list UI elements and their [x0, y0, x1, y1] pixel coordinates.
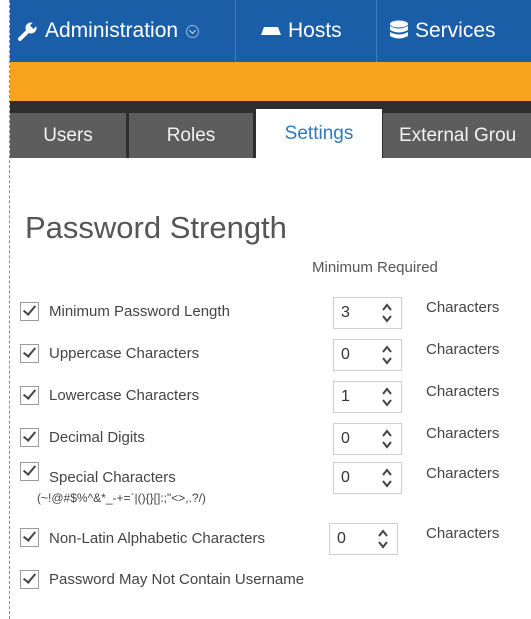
updown-arrows-icon[interactable] — [377, 528, 389, 550]
checkbox[interactable] — [20, 462, 39, 481]
stepper-value: 3 — [341, 304, 350, 321]
rule-label: Special Characters — [49, 469, 176, 486]
updown-arrows-icon[interactable] — [381, 344, 393, 366]
stepper-value: 0 — [341, 346, 350, 363]
rule-label: Decimal Digits — [49, 429, 145, 446]
server-icon — [261, 27, 281, 35]
unit-label: Characters — [426, 383, 500, 400]
section-title: Password Strength — [25, 210, 287, 245]
unit-label: Characters — [426, 299, 500, 316]
database-icon — [390, 20, 408, 39]
unit-label: Characters — [426, 341, 500, 358]
nav-services[interactable]: Services — [389, 0, 496, 62]
tab-users[interactable]: Users — [10, 113, 126, 158]
min-length-stepper[interactable]: 3 — [333, 297, 402, 329]
nav-services-label: Services — [415, 19, 496, 42]
nav-separator — [376, 0, 377, 62]
special-stepper[interactable]: 0 — [333, 462, 402, 494]
checkbox[interactable] — [20, 344, 39, 363]
rule-label: Minimum Password Length — [49, 303, 230, 320]
rule-label: Uppercase Characters — [49, 345, 200, 362]
lowercase-stepper[interactable]: 1 — [333, 381, 402, 413]
rule-label: Non-Latin Alphabetic Characters — [49, 530, 265, 547]
unit-label: Characters — [426, 525, 500, 542]
rule-label: Password May Not Contain Username — [49, 571, 305, 588]
stepper-value: 0 — [341, 469, 350, 486]
updown-arrows-icon[interactable] — [381, 386, 393, 408]
tab-roles[interactable]: Roles — [129, 113, 253, 158]
nav-administration-label: Administration — [45, 19, 179, 42]
updown-arrows-icon[interactable] — [381, 302, 393, 324]
nav-hosts-label: Hosts — [288, 19, 342, 42]
column-header: Minimum Required — [312, 259, 438, 276]
stepper-value: 0 — [341, 430, 350, 447]
uppercase-stepper[interactable]: 0 — [333, 339, 402, 371]
stepper-value: 0 — [337, 530, 346, 547]
unit-label: Characters — [426, 465, 500, 482]
checkbox[interactable] — [20, 428, 39, 447]
nav-separator — [235, 0, 236, 62]
checkbox[interactable] — [20, 528, 39, 547]
accent-banner — [10, 62, 531, 101]
updown-arrows-icon[interactable] — [381, 467, 393, 489]
unit-label: Characters — [426, 425, 500, 442]
rule-label: Lowercase Characters — [49, 387, 200, 404]
digits-stepper[interactable]: 0 — [333, 423, 402, 455]
chevron-down-icon[interactable] — [186, 24, 200, 38]
tab-external-groups[interactable]: External Grou — [383, 113, 531, 158]
updown-arrows-icon[interactable] — [381, 428, 393, 450]
stepper-value: 1 — [341, 388, 350, 405]
checkbox[interactable] — [20, 570, 39, 589]
nav-administration[interactable]: Administration — [17, 0, 200, 62]
checkbox[interactable] — [20, 386, 39, 405]
non-latin-stepper[interactable]: 0 — [329, 523, 398, 555]
nav-hosts[interactable]: Hosts — [260, 0, 342, 62]
tab-settings[interactable]: Settings — [256, 109, 382, 158]
checkbox[interactable] — [20, 302, 39, 321]
wrench-icon — [18, 21, 38, 41]
rule-sublabel: (~!@#$%^&*_-+=`|(){}[]:;"<>,.?/) — [37, 491, 206, 505]
